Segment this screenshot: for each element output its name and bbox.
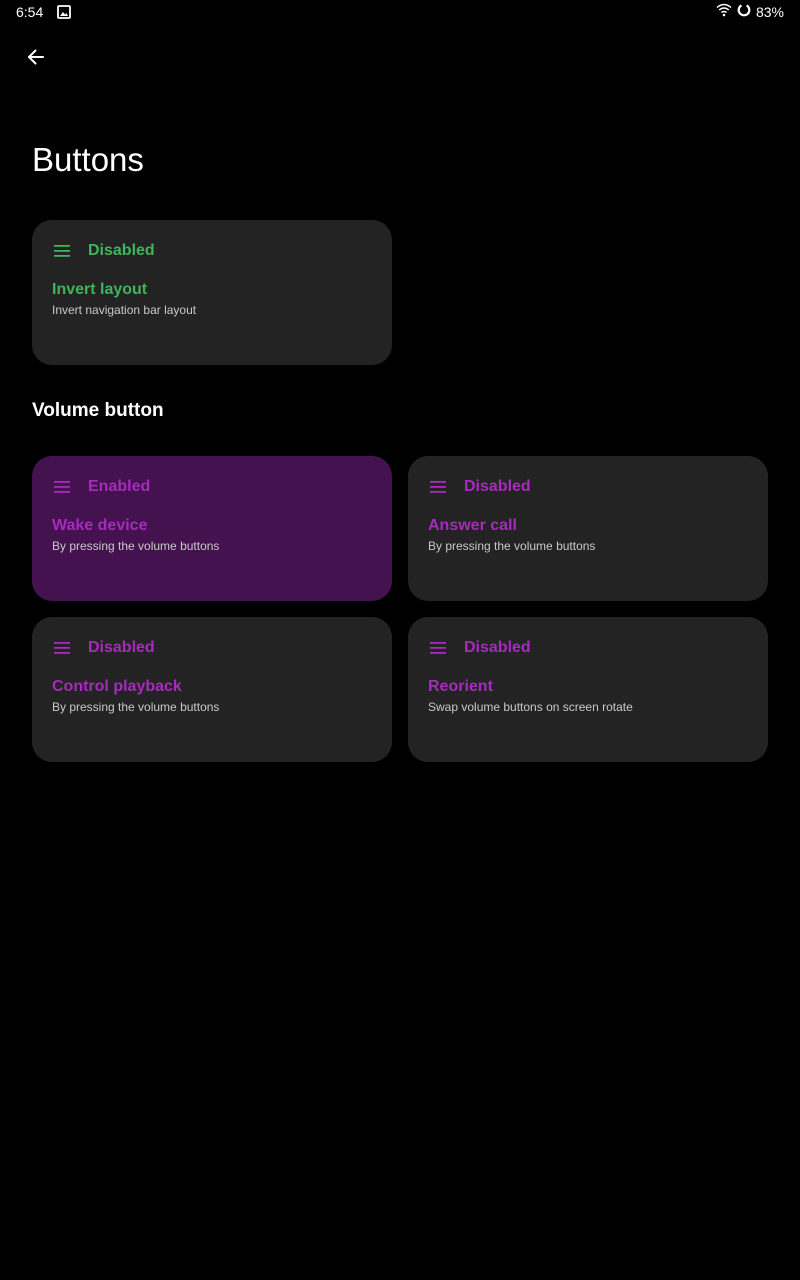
battery-percent: 83% bbox=[755, 4, 784, 20]
wake-device-card[interactable]: Enabled Wake device By pressing the volu… bbox=[32, 456, 392, 601]
menu-icon bbox=[428, 477, 448, 497]
card-subtitle: By pressing the volume buttons bbox=[428, 539, 596, 553]
page-title: Buttons bbox=[32, 141, 144, 178]
control-playback-card[interactable]: Disabled Control playback By pressing th… bbox=[32, 617, 392, 762]
card-status: Enabled bbox=[88, 478, 151, 495]
invert-layout-card[interactable]: Disabled Invert layout Invert navigation… bbox=[32, 220, 392, 365]
card-status-row: Disabled bbox=[52, 638, 155, 658]
card-status-row: Disabled bbox=[428, 638, 531, 658]
card-title: Invert layout bbox=[52, 281, 148, 298]
menu-icon bbox=[52, 638, 72, 658]
card-title: Control playback bbox=[52, 678, 182, 695]
card-title: Reorient bbox=[428, 678, 493, 695]
status-time: 6:54 bbox=[16, 4, 44, 20]
card-status: Disabled bbox=[464, 478, 531, 495]
card-status-row: Disabled bbox=[52, 241, 155, 261]
card-title: Answer call bbox=[428, 517, 517, 534]
card-subtitle: Invert navigation bar layout bbox=[52, 303, 197, 317]
card-status: Disabled bbox=[88, 639, 155, 656]
status-right: 83% bbox=[716, 3, 784, 22]
card-subtitle: By pressing the volume buttons bbox=[52, 539, 220, 553]
card-subtitle: Swap volume buttons on screen rotate bbox=[428, 700, 633, 714]
status-bar: 6:54 83% bbox=[0, 0, 800, 24]
card-title: Wake device bbox=[52, 517, 148, 534]
card-status-row: Disabled bbox=[428, 477, 531, 497]
menu-icon bbox=[52, 477, 72, 497]
card-status: Disabled bbox=[88, 242, 155, 259]
reorient-card[interactable]: Disabled Reorient Swap volume buttons on… bbox=[408, 617, 768, 762]
card-status: Disabled bbox=[464, 639, 531, 656]
back-button[interactable] bbox=[20, 43, 52, 75]
image-icon bbox=[56, 4, 72, 20]
menu-icon bbox=[52, 241, 72, 261]
menu-icon bbox=[428, 638, 448, 658]
answer-call-card[interactable]: Disabled Answer call By pressing the vol… bbox=[408, 456, 768, 601]
wifi-icon bbox=[716, 3, 732, 22]
arrow-back-icon bbox=[26, 47, 46, 72]
card-subtitle: By pressing the volume buttons bbox=[52, 700, 220, 714]
section-header-volume: Volume button bbox=[32, 400, 164, 421]
battery-ring-icon bbox=[737, 3, 751, 22]
card-status-row: Enabled bbox=[52, 477, 150, 497]
